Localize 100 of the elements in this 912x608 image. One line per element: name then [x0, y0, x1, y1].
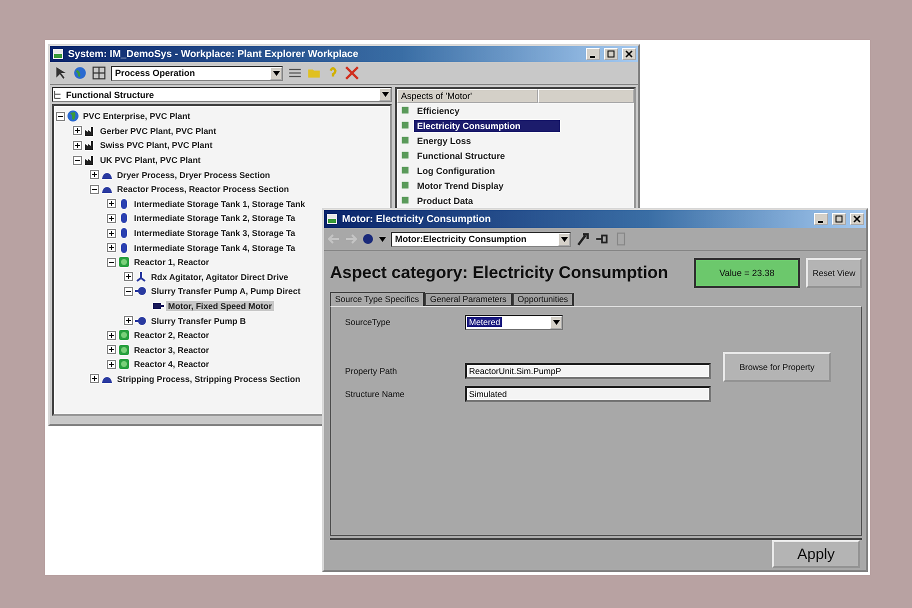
aspect-item[interactable]: Functional Structure: [414, 150, 508, 162]
minimize-button[interactable]: [814, 213, 828, 225]
browse-button[interactable]: Browse for Property: [723, 352, 831, 382]
tank-icon: [118, 198, 130, 210]
tab[interactable]: Opportunities: [512, 292, 574, 306]
tree-item[interactable]: UK PVC Plant, PVC Plant: [98, 155, 203, 166]
aspect-item[interactable]: Electricity Consumption: [414, 120, 560, 132]
pump-icon: [135, 285, 147, 298]
structure-dropdown[interactable]: Functional Structure: [52, 87, 392, 102]
caret-icon: [382, 92, 388, 97]
tree-icon: [53, 90, 63, 100]
maximize-button[interactable]: [832, 213, 846, 225]
tree-item[interactable]: Reactor 2, Reactor: [132, 330, 212, 340]
aspect-item[interactable]: Product Data: [414, 194, 476, 206]
maximize-button[interactable]: [604, 48, 618, 60]
window-title: Motor: Electricity Consumption: [342, 214, 492, 224]
dropdown-button[interactable]: [379, 88, 391, 101]
source-type-dropdown[interactable]: Metered: [465, 314, 563, 330]
reactor-icon: [118, 329, 130, 342]
expand-toggle[interactable]: [107, 199, 116, 208]
close-button[interactable]: [850, 213, 864, 225]
expand-toggle[interactable]: [107, 258, 116, 267]
tree-item[interactable]: Stripping Process, Stripping Process Section: [115, 374, 302, 384]
page-icon: [614, 232, 628, 246]
close-button[interactable]: [622, 48, 636, 60]
expand-toggle[interactable]: [124, 316, 133, 326]
factory-icon: [84, 154, 96, 166]
aspect-item[interactable]: Motor Trend Display: [414, 180, 507, 192]
maximize-icon: [835, 215, 843, 223]
aspect-item[interactable]: Efficiency: [414, 104, 463, 116]
dropdown-button[interactable]: [550, 316, 562, 329]
app-icon: [326, 213, 338, 225]
expand-toggle[interactable]: [107, 243, 116, 252]
dropdown-button[interactable]: [558, 232, 570, 246]
tree-item[interactable]: PVC Enterprise, PVC Plant: [81, 111, 192, 122]
agitator-icon: [135, 270, 147, 283]
tank-icon: [118, 227, 130, 240]
tree-item[interactable]: Slurry Transfer Pump B: [149, 316, 248, 326]
aspect-item[interactable]: Energy Loss: [414, 134, 474, 146]
tree-item[interactable]: Slurry Transfer Pump A, Pump Direct: [149, 286, 302, 296]
factory-icon: [84, 124, 96, 137]
plus-icon: [108, 200, 115, 208]
tree-item[interactable]: Reactor 1, Reactor: [132, 257, 212, 268]
window-title: System: IM_DemoSys - Workplace: Plant Explorer Workplace: [68, 48, 360, 60]
plus-icon: [108, 360, 115, 368]
field-label: Property Path: [345, 366, 398, 376]
tree-item[interactable]: Intermediate Storage Tank 1, Storage Tank: [132, 198, 308, 209]
tree-item[interactable]: Intermediate Storage Tank 4, Storage Ta: [132, 242, 298, 253]
aspect-dropdown[interactable]: Motor:Electricity Consumption: [391, 232, 571, 246]
expand-toggle[interactable]: [107, 360, 116, 369]
plus-icon: [108, 346, 115, 354]
column-header[interactable]: Aspects of 'Motor': [397, 89, 538, 103]
expand-toggle[interactable]: [90, 374, 99, 384]
close-icon: [853, 215, 861, 223]
expand-toggle[interactable]: [107, 330, 116, 340]
input-field[interactable]: Simulated: [465, 386, 711, 402]
input-field[interactable]: ReactorUnit.Sim.PumpP: [465, 362, 711, 379]
tree-item[interactable]: Gerber PVC Plant, PVC Plant: [98, 126, 218, 136]
dropdown-button[interactable]: [270, 66, 282, 80]
minimize-button[interactable]: [586, 48, 600, 60]
field-label: Structure Name: [345, 388, 406, 399]
tree-item[interactable]: Reactor 4, Reactor: [132, 359, 212, 370]
apply-button[interactable]: Apply: [772, 540, 860, 568]
list-icon: [288, 66, 302, 80]
tab[interactable]: Source Type Specifics: [330, 292, 425, 306]
tab[interactable]: General Parameters: [424, 292, 512, 306]
expand-toggle[interactable]: [73, 126, 82, 136]
plus-icon: [125, 273, 132, 280]
tank-icon: [118, 212, 130, 224]
expand-toggle[interactable]: [107, 228, 116, 238]
expand-toggle[interactable]: [73, 156, 82, 165]
tree-item[interactable]: Reactor 3, Reactor: [132, 344, 212, 355]
close-icon: [625, 50, 633, 58]
plus-icon: [74, 127, 81, 134]
expand-toggle[interactable]: [124, 286, 133, 296]
tree-item[interactable]: Rdx Agitator, Agitator Direct Drive: [149, 272, 290, 282]
maximize-icon: [607, 50, 615, 58]
caret-icon: [552, 320, 560, 325]
tree-item[interactable]: Reactor Process, Reactor Process Section: [115, 184, 291, 194]
caret-icon: [379, 236, 386, 242]
tree-item[interactable]: Intermediate Storage Tank 3, Storage Ta: [132, 228, 298, 238]
pump-icon: [135, 314, 147, 327]
tree-item[interactable]: Swiss PVC Plant, PVC Plant: [98, 140, 214, 150]
tree-item[interactable]: Motor, Fixed Speed Motor: [166, 301, 274, 312]
expand-toggle[interactable]: [56, 112, 65, 121]
tree-item[interactable]: Intermediate Storage Tank 2, Storage Ta: [132, 213, 298, 224]
expand-toggle[interactable]: [73, 140, 82, 150]
caret-icon: [560, 236, 568, 242]
expand-toggle[interactable]: [107, 345, 116, 354]
tree-item[interactable]: Dryer Process, Dryer Process Section: [115, 170, 272, 180]
expand-toggle[interactable]: [90, 184, 99, 194]
plus-icon: [108, 332, 115, 339]
workplace-dropdown[interactable]: Process Operation: [111, 66, 283, 80]
reset-view-button[interactable]: Reset View: [806, 258, 862, 288]
value-indicator: Value = 23.38: [694, 258, 800, 288]
expand-toggle[interactable]: [124, 272, 133, 282]
expand-toggle[interactable]: [90, 170, 99, 180]
aspect-item[interactable]: Log Configuration: [414, 164, 498, 176]
plus-icon: [108, 230, 115, 237]
expand-toggle[interactable]: [107, 214, 116, 223]
